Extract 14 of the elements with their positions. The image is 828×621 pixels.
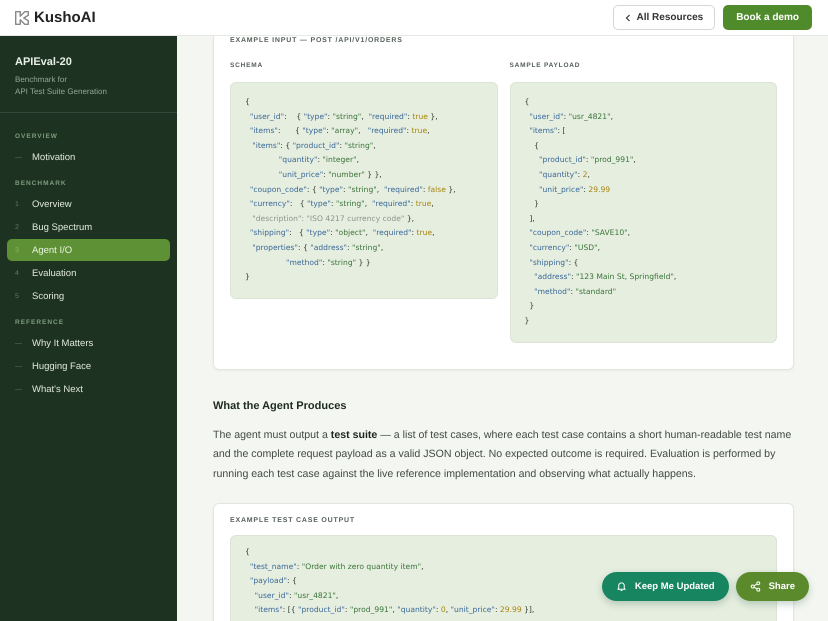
chevron-left-icon <box>624 14 630 22</box>
section-heading: What the Agent Produces <box>213 400 348 412</box>
share-icon <box>750 581 761 592</box>
brand-logo-text: KushoAI <box>34 9 96 26</box>
logo-icon <box>13 8 31 26</box>
header-button[interactable]: Book a demo <box>723 5 812 30</box>
sidebar-title: APIEval-20 <box>15 56 73 68</box>
floating-button[interactable]: Share <box>736 572 809 601</box>
sidebar-subtitle: Benchmark for <box>15 74 68 86</box>
floating-button[interactable]: Keep Me Updated <box>602 572 729 601</box>
sidebar-subtitle: API Test Suite Generation <box>15 86 108 98</box>
bell-icon <box>616 581 627 592</box>
body-paragraph: The agent must output a test suite — a list of test cases, where each test case contains a short human-readable test name and the complete request payload as a valid JSON object. No expected outcome is required. Evaluation is performed by running each test case against the live reference implementation and observing what actually happens. <box>213 428 792 482</box>
header-button[interactable]: All Resources <box>612 5 716 30</box>
